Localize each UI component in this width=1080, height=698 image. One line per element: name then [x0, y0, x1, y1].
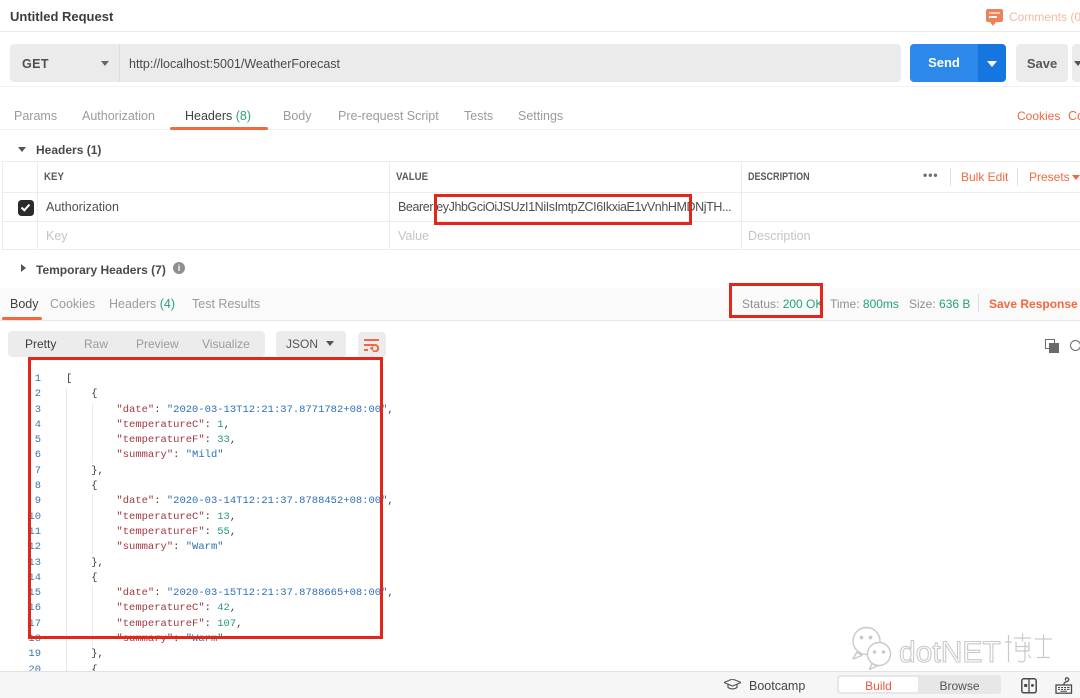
svg-text:dotNET: dotNET — [899, 636, 1001, 669]
